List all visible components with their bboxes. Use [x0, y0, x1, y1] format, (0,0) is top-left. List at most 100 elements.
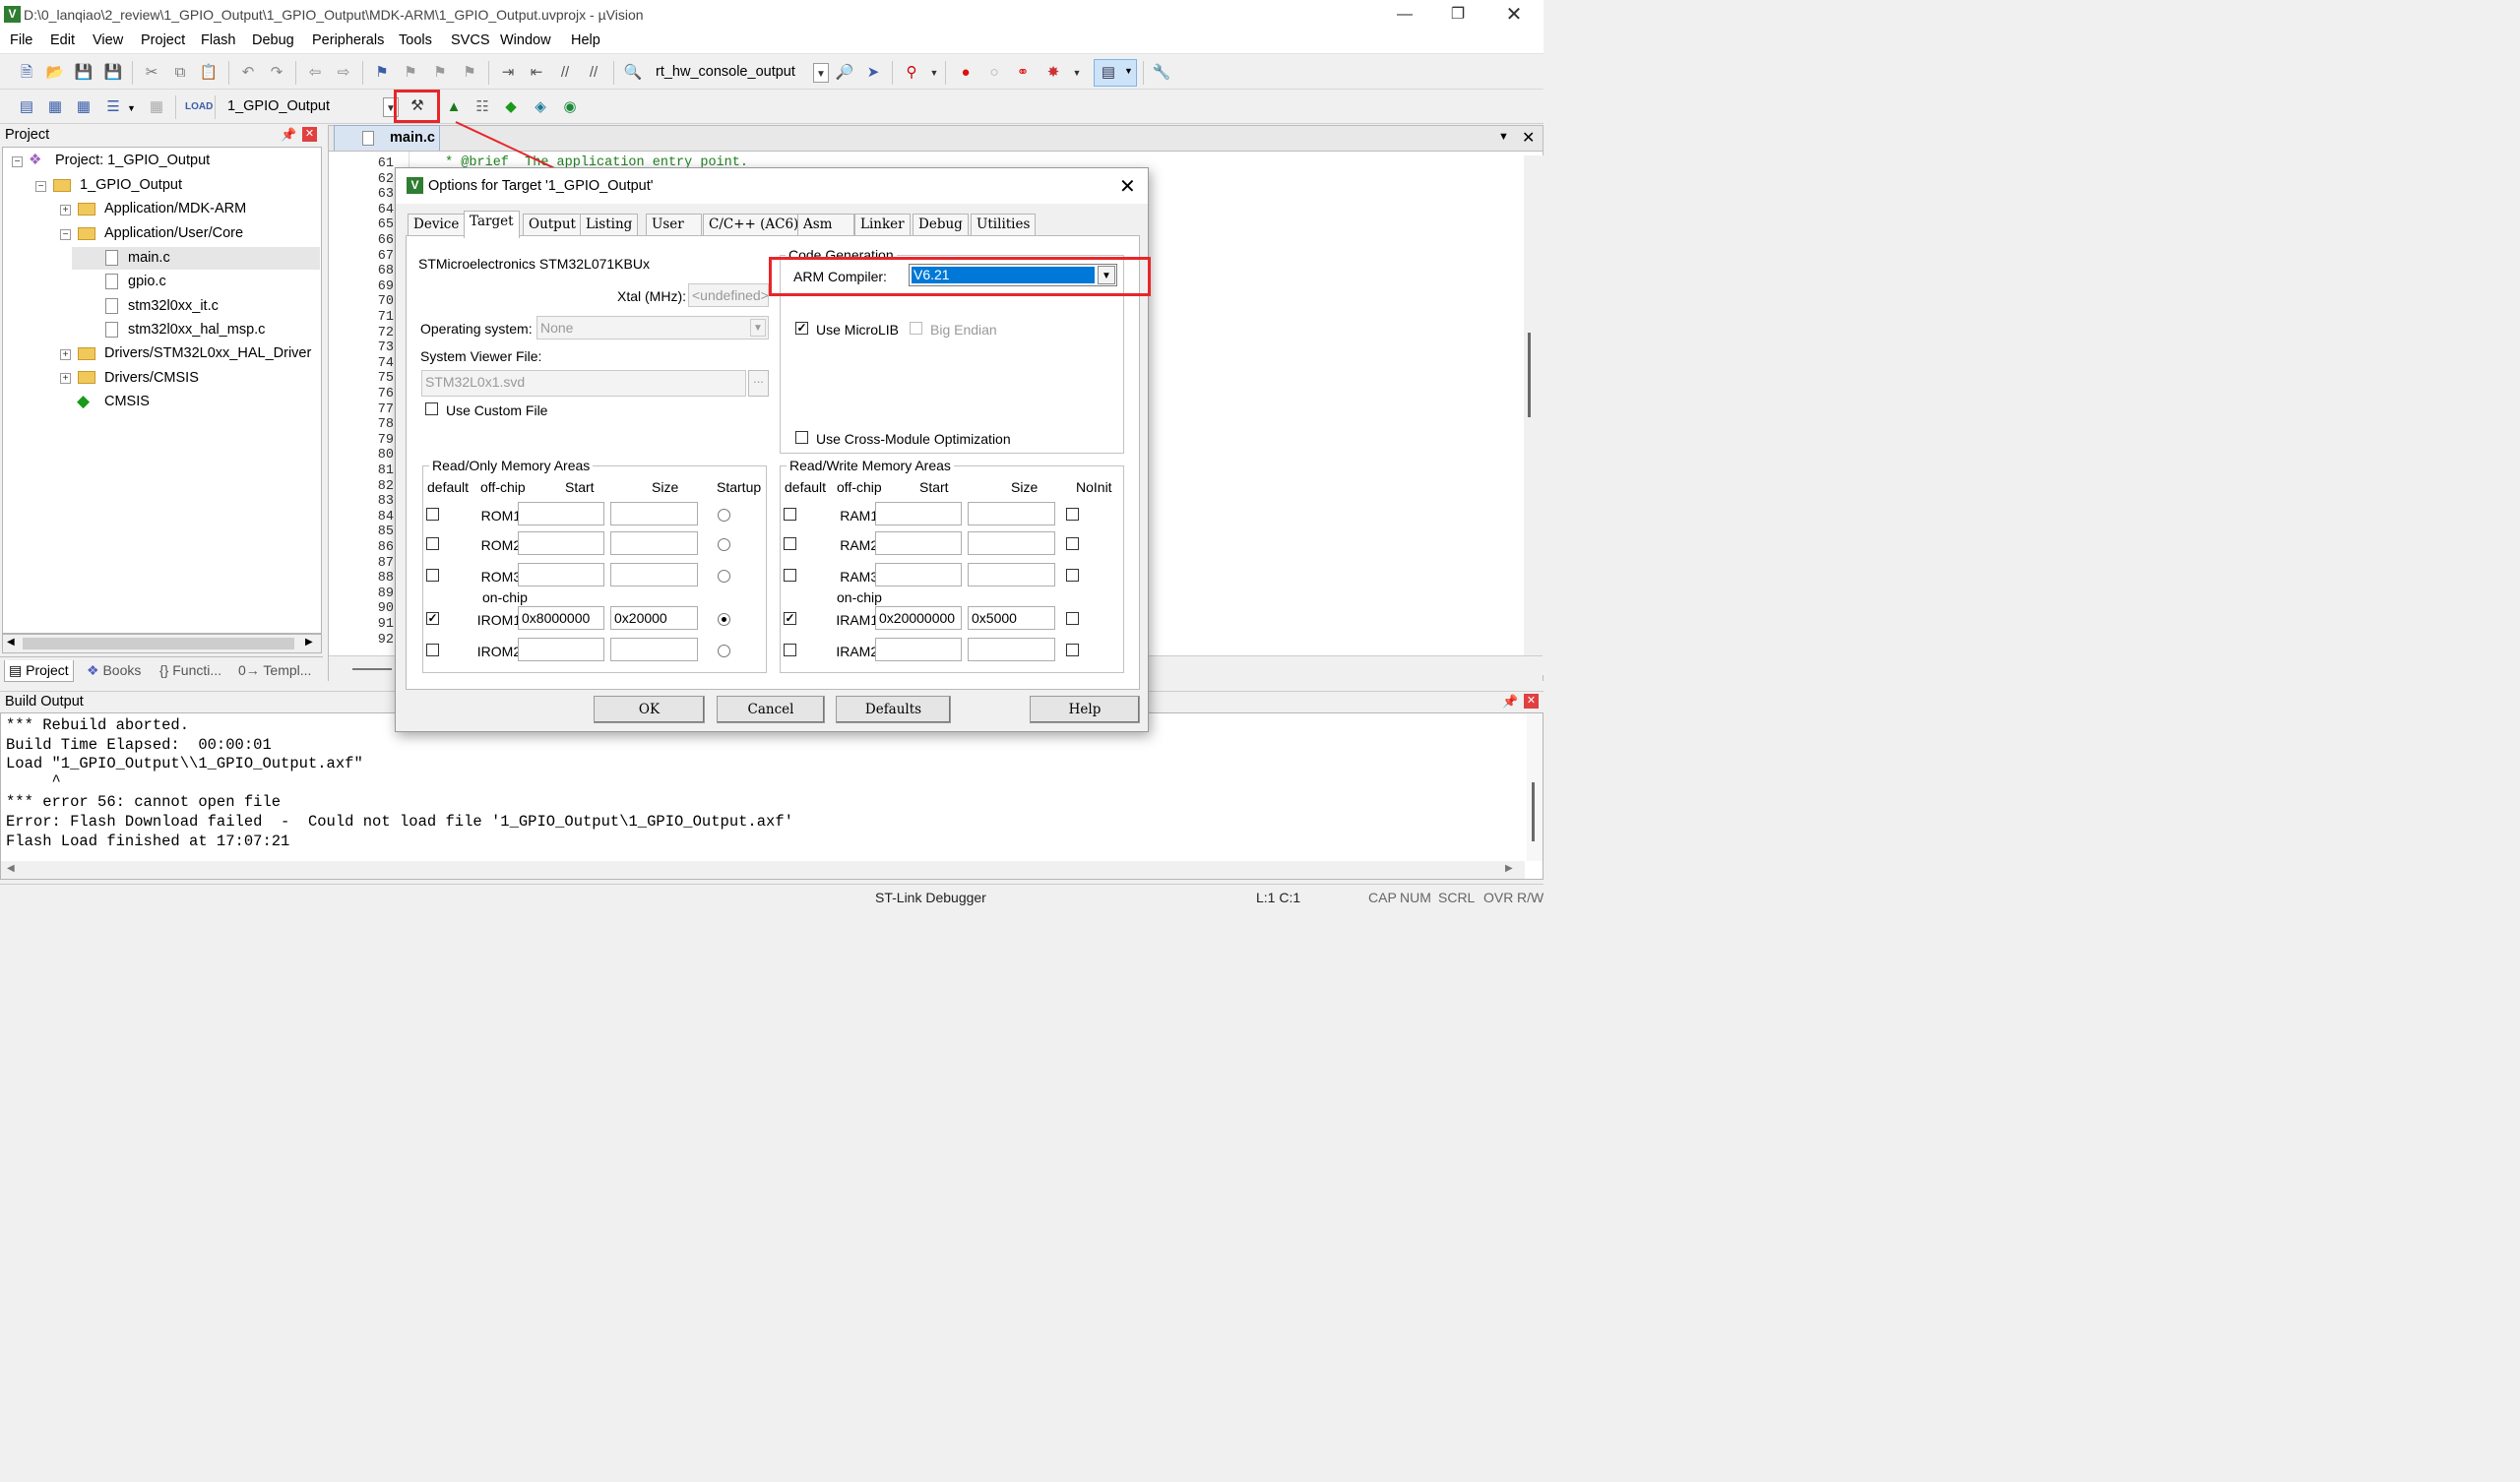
- close-panel-icon[interactable]: ✕: [1524, 694, 1539, 709]
- rw-start-input[interactable]: [875, 502, 962, 525]
- rw-noinit-checkbox[interactable]: [1066, 537, 1079, 550]
- menu-svcs[interactable]: SVCS: [451, 32, 490, 48]
- browse-svf-button[interactable]: ...: [748, 370, 769, 397]
- find-icon[interactable]: 🔎: [834, 62, 855, 84]
- scroll-left-icon[interactable]: ◀: [7, 863, 15, 874]
- rw-default-checkbox[interactable]: [784, 508, 796, 521]
- use-microlib-checkbox[interactable]: ✓: [795, 322, 808, 335]
- prev-bookmark-icon[interactable]: ⚑: [400, 62, 421, 84]
- tab-output[interactable]: Output: [523, 214, 582, 237]
- tab-main-c[interactable]: main.c: [334, 125, 440, 151]
- rw-start-input[interactable]: 0x20000000: [875, 606, 962, 630]
- tab-listing[interactable]: Listing: [580, 214, 639, 237]
- tab-asm[interactable]: Asm: [797, 214, 854, 237]
- clear-bookmarks-icon[interactable]: ⚑: [459, 62, 480, 84]
- save-icon[interactable]: 💾: [73, 62, 94, 84]
- tree-item-group[interactable]: Application/MDK-ARM: [104, 201, 246, 216]
- rw-noinit-checkbox[interactable]: [1066, 569, 1079, 582]
- build-output-panel[interactable]: *** Rebuild aborted. Build Time Elapsed:…: [0, 712, 1544, 880]
- ro-default-checkbox[interactable]: ✓: [426, 612, 439, 625]
- unindent-icon[interactable]: ⇤: [526, 62, 547, 84]
- vertical-scrollbar[interactable]: [1527, 713, 1543, 861]
- tab-linker[interactable]: Linker: [854, 214, 911, 237]
- pin-icon[interactable]: 📌: [1502, 694, 1518, 710]
- tab-user[interactable]: User: [646, 214, 702, 237]
- disable-breakpoint-icon[interactable]: ○: [983, 62, 1005, 84]
- redo-icon[interactable]: ↷: [266, 62, 287, 84]
- save-all-icon[interactable]: 💾: [102, 62, 124, 84]
- menu-debug[interactable]: Debug: [252, 32, 294, 48]
- rw-noinit-checkbox[interactable]: [1066, 644, 1079, 656]
- scroll-right-icon[interactable]: ▶: [305, 637, 313, 648]
- tree-item-project[interactable]: Project: 1_GPIO_Output: [55, 153, 210, 168]
- kill-breakpoints-icon[interactable]: ⚭: [1012, 62, 1034, 84]
- find-in-files-icon[interactable]: 🔍: [622, 62, 644, 84]
- rw-noinit-checkbox[interactable]: [1066, 612, 1079, 625]
- close-editor-icon[interactable]: ✕: [1522, 128, 1535, 148]
- start-debug-icon[interactable]: ⚲: [901, 62, 922, 84]
- ro-start-input[interactable]: 0x8000000: [518, 606, 604, 630]
- menu-peripherals[interactable]: Peripherals: [312, 32, 384, 48]
- scrollbar-thumb[interactable]: [1532, 782, 1535, 841]
- tree-item-group[interactable]: Drivers/STM32L0xx_HAL_Driver: [104, 345, 311, 361]
- ro-start-input[interactable]: [518, 638, 604, 661]
- batch-dropdown-icon[interactable]: ▼: [127, 103, 136, 113]
- big-endian-checkbox[interactable]: [910, 322, 922, 335]
- manage-project-items-icon[interactable]: ▲: [443, 96, 465, 118]
- select-packs-icon[interactable]: ☷: [472, 96, 493, 118]
- paste-icon[interactable]: 📋: [198, 62, 220, 84]
- help-button[interactable]: Help: [1030, 696, 1140, 723]
- next-bookmark-icon[interactable]: ⚑: [429, 62, 451, 84]
- scrollbar-thumb[interactable]: [352, 668, 392, 670]
- rw-default-checkbox[interactable]: [784, 644, 796, 656]
- maximize-button[interactable]: ❐: [1438, 3, 1478, 27]
- close-panel-icon[interactable]: ✕: [302, 127, 317, 142]
- menu-tools[interactable]: Tools: [399, 32, 432, 48]
- pin-icon[interactable]: 📌: [281, 127, 296, 143]
- ro-default-checkbox[interactable]: [426, 644, 439, 656]
- menu-project[interactable]: Project: [141, 32, 185, 48]
- cancel-button[interactable]: Cancel: [717, 696, 825, 723]
- menu-help[interactable]: Help: [571, 32, 600, 48]
- ro-default-checkbox[interactable]: [426, 569, 439, 582]
- options-for-target-icon[interactable]: ⚒: [407, 95, 428, 117]
- cut-icon[interactable]: ✂: [141, 62, 162, 84]
- tab-books[interactable]: ❖ Books: [83, 660, 145, 682]
- tree-item-component[interactable]: CMSIS: [104, 394, 150, 409]
- breakpoint-icon[interactable]: ●: [955, 62, 976, 84]
- tab-c-cpp[interactable]: C/C++ (AC6): [703, 214, 805, 237]
- uncomment-icon[interactable]: //: [583, 62, 604, 84]
- scroll-left-icon[interactable]: ◀: [7, 637, 15, 648]
- scroll-right-icon[interactable]: ▶: [1505, 863, 1513, 874]
- xtal-input[interactable]: <undefined>: [688, 283, 769, 307]
- ro-default-checkbox[interactable]: [426, 537, 439, 550]
- os-select[interactable]: None ▼: [536, 316, 769, 340]
- rw-noinit-checkbox[interactable]: [1066, 508, 1079, 521]
- batch-build-icon[interactable]: ☰: [102, 96, 124, 118]
- component-viewer-icon[interactable]: ◉: [559, 96, 581, 118]
- ro-startup-radio[interactable]: [718, 570, 730, 583]
- undo-icon[interactable]: ↶: [237, 62, 259, 84]
- expand-icon[interactable]: +: [60, 373, 71, 384]
- collapse-icon[interactable]: −: [12, 156, 23, 167]
- chevron-down-icon[interactable]: ▼: [813, 63, 829, 83]
- ro-start-input[interactable]: [518, 563, 604, 587]
- collapse-icon[interactable]: −: [60, 229, 71, 240]
- ro-size-input[interactable]: [610, 531, 698, 555]
- config-icon[interactable]: ✸: [1042, 62, 1064, 84]
- build-icon[interactable]: ▦: [44, 96, 66, 118]
- ro-size-input[interactable]: [610, 502, 698, 525]
- copy-icon[interactable]: ⧉: [169, 62, 191, 84]
- debug-dropdown-icon[interactable]: ▼: [923, 62, 945, 84]
- find-combo[interactable]: rt_hw_console_output ▼: [650, 61, 829, 85]
- close-window-button[interactable]: ✕: [1494, 3, 1534, 27]
- tab-utilities[interactable]: Utilities: [971, 214, 1037, 237]
- manage-rte-icon[interactable]: ◆: [500, 96, 522, 118]
- minimize-button[interactable]: —: [1385, 3, 1424, 27]
- download-icon[interactable]: LOAD: [185, 96, 213, 118]
- incremental-find-icon[interactable]: ➤: [862, 62, 884, 84]
- rw-size-input[interactable]: [968, 531, 1055, 555]
- comment-icon[interactable]: //: [554, 62, 576, 84]
- horizontal-scrollbar[interactable]: ◀ ▶: [1, 861, 1525, 879]
- tab-device[interactable]: Device: [408, 214, 466, 237]
